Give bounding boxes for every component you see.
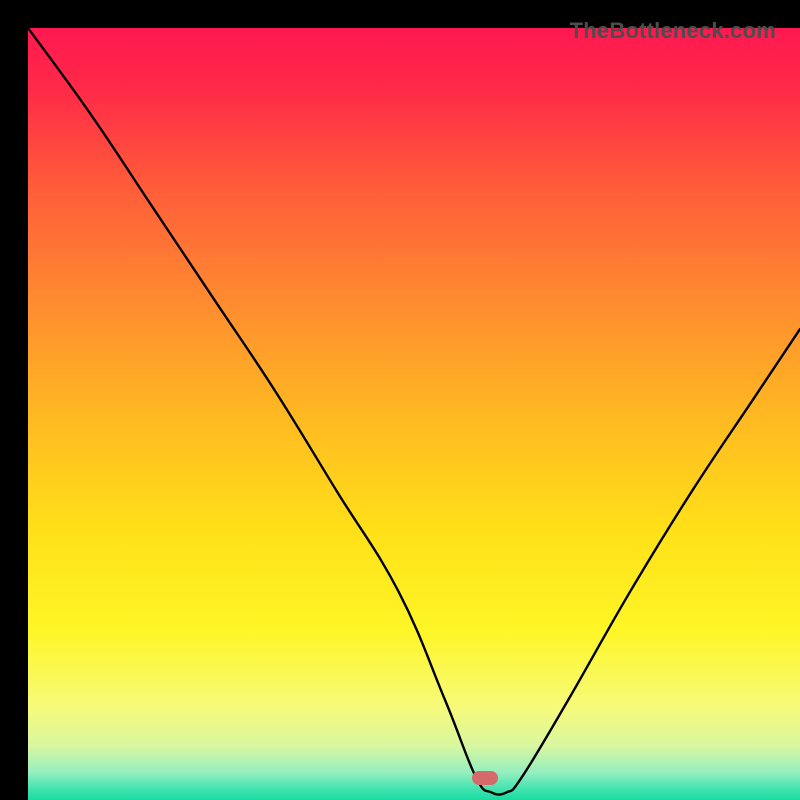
- gradient-background: [28, 28, 800, 800]
- bottleneck-chart: [28, 28, 800, 800]
- watermark-label: TheBottleneck.com: [570, 18, 776, 44]
- chart-frame: TheBottleneck.com: [14, 14, 786, 786]
- optimal-marker: [472, 771, 498, 785]
